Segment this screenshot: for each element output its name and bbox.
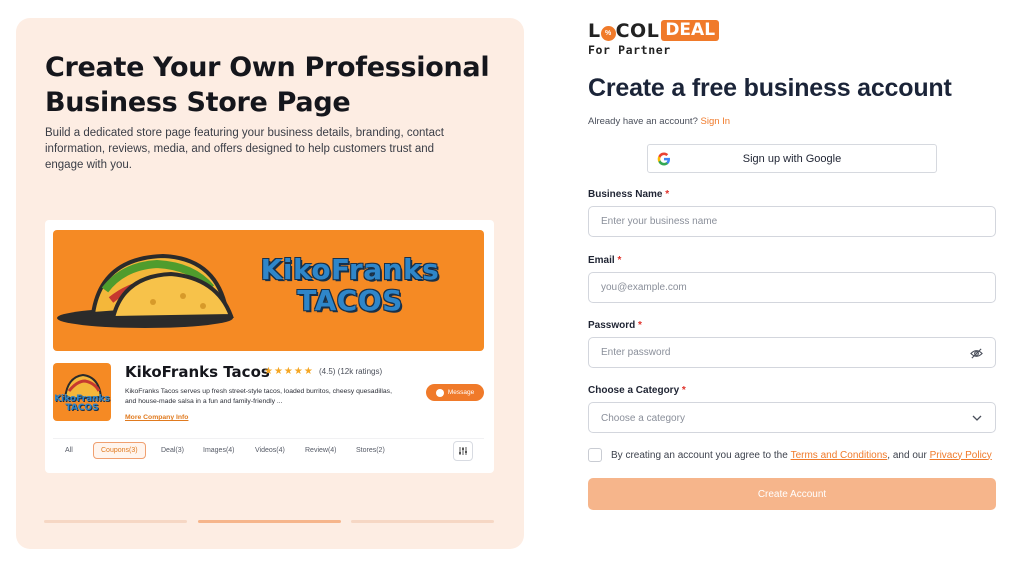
privacy-link[interactable]: Privacy Policy bbox=[930, 450, 992, 461]
promo-title: Create Your Own Professional Business St… bbox=[45, 52, 490, 118]
brand-subtitle: For Partner bbox=[588, 43, 671, 57]
tab-all[interactable]: All bbox=[65, 447, 73, 454]
required-marker: * bbox=[665, 189, 670, 200]
message-button[interactable]: Message bbox=[426, 384, 484, 401]
form-title: Create a free business account bbox=[588, 74, 952, 102]
store-name: KikoFranks Tacos bbox=[125, 363, 270, 381]
rating-text: (4.5) (12k ratings) bbox=[319, 367, 383, 376]
business-name-label: Business Name * bbox=[588, 189, 669, 200]
store-tabs: All Coupons(3) Deal(3) Images(4) Videos(… bbox=[53, 438, 484, 466]
google-signup-button[interactable]: Sign up with Google bbox=[647, 144, 937, 173]
store-banner: KikoFranks TACOS bbox=[53, 230, 484, 351]
category-select[interactable]: Choose a category bbox=[588, 402, 996, 433]
promo-panel: Create Your Own Professional Business St… bbox=[16, 18, 524, 549]
percent-badge-icon: % bbox=[600, 26, 616, 41]
password-label-text: Password bbox=[588, 320, 636, 331]
carousel-indicator-2[interactable] bbox=[198, 520, 341, 523]
email-label-text: Email bbox=[588, 255, 615, 266]
google-signup-label: Sign up with Google bbox=[742, 152, 842, 165]
email-label: Email * bbox=[588, 255, 621, 266]
terms-link[interactable]: Terms and Conditions bbox=[791, 450, 888, 461]
required-marker: * bbox=[681, 385, 686, 396]
category-label: Choose a Category * bbox=[588, 385, 686, 396]
tab-images[interactable]: Images(4) bbox=[203, 447, 235, 454]
chevron-down-icon bbox=[972, 415, 982, 421]
brand-logo-deal: DEAL bbox=[661, 20, 720, 41]
banner-brand-text: KikoFranks TACOS bbox=[260, 253, 440, 317]
tab-stores[interactable]: Stores(2) bbox=[356, 447, 385, 454]
store-logo: KikoFranks TACOS bbox=[53, 363, 111, 421]
brand-logo: L% COL DEAL For Partner bbox=[588, 20, 720, 57]
password-label: Password * bbox=[588, 320, 642, 331]
required-marker: * bbox=[638, 320, 642, 331]
signin-link[interactable]: Sign In bbox=[701, 116, 731, 127]
more-company-info-link[interactable]: More Company Info bbox=[125, 414, 188, 421]
message-button-label: Message bbox=[447, 389, 475, 396]
password-field[interactable] bbox=[588, 337, 996, 368]
terms-agreement: By creating an account you agree to the … bbox=[588, 448, 992, 462]
tab-deal[interactable]: Deal(3) bbox=[161, 447, 184, 454]
sliders-icon bbox=[459, 447, 467, 455]
email-field[interactable] bbox=[588, 272, 996, 303]
brand-logo-l: L bbox=[588, 20, 601, 42]
business-name-label-text: Business Name bbox=[588, 189, 663, 200]
category-select-value: Choose a category bbox=[601, 413, 685, 424]
terms-checkbox[interactable] bbox=[588, 448, 602, 462]
signin-prompt: Already have an account? Sign In bbox=[588, 116, 730, 127]
brand-logo-col: COL bbox=[615, 20, 660, 42]
promo-description: Build a dedicated store page featuring y… bbox=[45, 127, 444, 171]
email-input[interactable] bbox=[589, 273, 995, 302]
carousel-indicator-1[interactable] bbox=[44, 520, 187, 523]
signin-prompt-text: Already have an account? bbox=[588, 116, 698, 127]
eye-off-icon[interactable] bbox=[970, 347, 983, 360]
required-marker: * bbox=[617, 255, 622, 266]
google-icon bbox=[657, 152, 670, 166]
filter-button[interactable] bbox=[453, 441, 473, 461]
store-logo-text: KikoFranks TACOS bbox=[54, 394, 110, 413]
terms-mid-text: , and our bbox=[887, 449, 927, 461]
carousel-indicator-3[interactable] bbox=[351, 520, 494, 523]
tab-coupons[interactable]: Coupons(3) bbox=[93, 442, 146, 459]
tab-videos[interactable]: Videos(4) bbox=[255, 447, 285, 454]
category-label-text: Choose a Category bbox=[588, 385, 680, 396]
store-description: KikoFranks Tacos serves up fresh street-… bbox=[125, 388, 392, 405]
password-input[interactable] bbox=[589, 338, 995, 367]
star-rating-icon: ★★★★★ bbox=[264, 366, 314, 377]
business-name-field[interactable] bbox=[588, 206, 996, 237]
store-page-preview: KikoFranks TACOS KikoFranks TACOS KikoFr… bbox=[45, 220, 494, 473]
terms-prefix-text: By creating an account you agree to the bbox=[611, 449, 788, 461]
business-name-input[interactable] bbox=[589, 207, 995, 236]
chat-icon bbox=[435, 388, 444, 397]
tab-review[interactable]: Review(4) bbox=[305, 447, 337, 454]
create-account-button[interactable]: Create Account bbox=[588, 478, 996, 510]
